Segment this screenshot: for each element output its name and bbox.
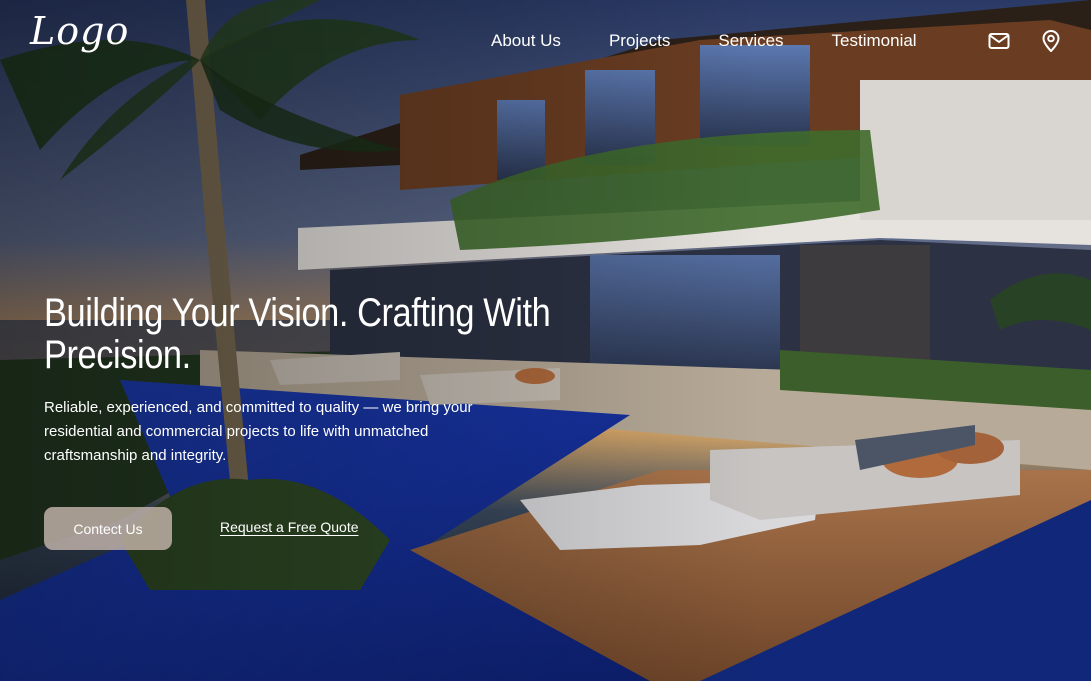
nav-about-us[interactable]: About Us — [491, 31, 561, 51]
nav-testimonial[interactable]: Testimonial — [832, 31, 917, 51]
location-pin-icon[interactable] — [1039, 29, 1063, 53]
hero-subtext: Reliable, experienced, and committed to … — [44, 399, 473, 464]
main-nav: About Us Projects Services Testimonial — [491, 30, 917, 52]
logo[interactable]: Logo — [30, 12, 129, 50]
nav-projects[interactable]: Projects — [609, 31, 670, 51]
request-quote-link[interactable]: Request a Free Quote — [220, 519, 359, 535]
hero-section: Logo About Us Projects Services Testimon… — [0, 0, 1091, 681]
contact-button[interactable]: Contect Us — [44, 507, 172, 550]
mail-icon[interactable] — [987, 29, 1011, 53]
nav-services[interactable]: Services — [718, 31, 783, 51]
hero-headline: Building Your Vision. Crafting With Prec… — [44, 291, 551, 377]
